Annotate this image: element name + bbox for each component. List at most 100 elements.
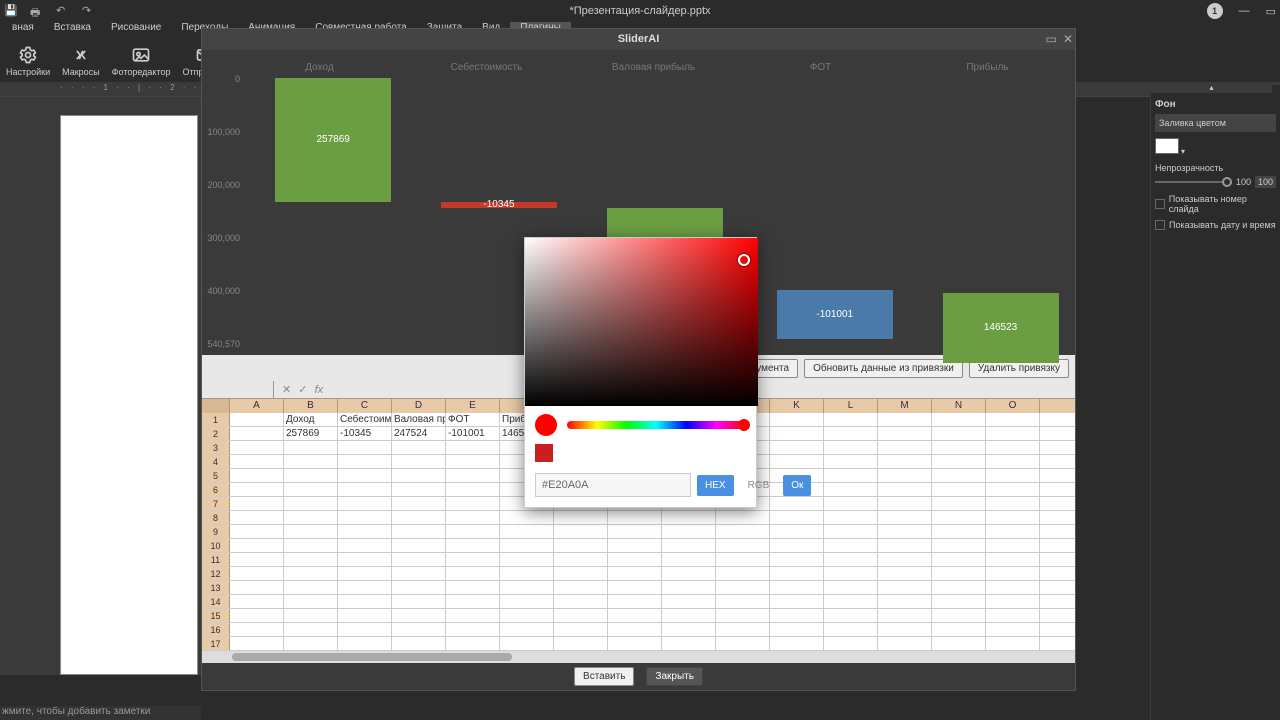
cell-L1[interactable] (824, 413, 878, 426)
cell-A8[interactable] (230, 511, 284, 524)
cell-A12[interactable] (230, 567, 284, 580)
cell-N6[interactable] (932, 483, 986, 496)
cell-H10[interactable] (608, 539, 662, 552)
cell-B14[interactable] (284, 595, 338, 608)
cell-E13[interactable] (446, 581, 500, 594)
cell-B13[interactable] (284, 581, 338, 594)
fill-type-select[interactable]: Заливка цветом (1155, 114, 1276, 132)
cell-N5[interactable] (932, 469, 986, 482)
cell-J10[interactable] (716, 539, 770, 552)
cell-E14[interactable] (446, 595, 500, 608)
cell-H15[interactable] (608, 609, 662, 622)
cell-C8[interactable] (338, 511, 392, 524)
cell-D8[interactable] (392, 511, 446, 524)
cell-O7[interactable] (986, 497, 1040, 510)
cell-M10[interactable] (878, 539, 932, 552)
select-all-corner[interactable] (202, 399, 230, 413)
cell-I14[interactable] (662, 595, 716, 608)
cell-A9[interactable] (230, 525, 284, 538)
cell-O2[interactable] (986, 427, 1040, 440)
sv-field[interactable] (525, 238, 758, 406)
cell-L8[interactable] (824, 511, 878, 524)
cell-J9[interactable] (716, 525, 770, 538)
cell-L6[interactable] (824, 483, 878, 496)
cell-B11[interactable] (284, 553, 338, 566)
cell-M6[interactable] (878, 483, 932, 496)
cell-D16[interactable] (392, 623, 446, 636)
cell-C1[interactable]: Себестоимость (338, 413, 392, 426)
cell-N11[interactable] (932, 553, 986, 566)
cell-M8[interactable] (878, 511, 932, 524)
fx-cancel-icon[interactable]: ✕ (282, 384, 291, 396)
col-header-M[interactable]: M (878, 399, 932, 413)
cell-K16[interactable] (770, 623, 824, 636)
cell-G8[interactable] (554, 511, 608, 524)
cell-C9[interactable] (338, 525, 392, 538)
redo-icon[interactable]: ↷ (82, 4, 96, 18)
print-icon[interactable]: 🖶 (30, 4, 44, 18)
hex-mode-button[interactable]: HEX (697, 475, 734, 496)
cell-E12[interactable] (446, 567, 500, 580)
col-header-N[interactable]: N (932, 399, 986, 413)
col-header-A[interactable]: A (230, 399, 284, 413)
cell-A14[interactable] (230, 595, 284, 608)
cell-F10[interactable] (500, 539, 554, 552)
cell-N2[interactable] (932, 427, 986, 440)
cell-M4[interactable] (878, 455, 932, 468)
row-header-1[interactable]: 1 (202, 413, 230, 426)
notes-hint[interactable]: жмите, чтобы добавить заметки (0, 706, 201, 720)
cell-D10[interactable] (392, 539, 446, 552)
cell-E2[interactable]: -101001 (446, 427, 500, 440)
fx-icon[interactable]: fx (315, 384, 324, 396)
cell-E17[interactable] (446, 637, 500, 650)
cell-J12[interactable] (716, 567, 770, 580)
cell-J13[interactable] (716, 581, 770, 594)
cell-H17[interactable] (608, 637, 662, 650)
cell-J16[interactable] (716, 623, 770, 636)
cell-G14[interactable] (554, 595, 608, 608)
cell-M17[interactable] (878, 637, 932, 650)
row-header-14[interactable]: 14 (202, 595, 230, 608)
cell-N3[interactable] (932, 441, 986, 454)
cell-L4[interactable] (824, 455, 878, 468)
cell-O6[interactable] (986, 483, 1040, 496)
cell-A1[interactable] (230, 413, 284, 426)
cell-C5[interactable] (338, 469, 392, 482)
cell-M3[interactable] (878, 441, 932, 454)
cell-C15[interactable] (338, 609, 392, 622)
cell-F12[interactable] (500, 567, 554, 580)
toolbar-photo[interactable]: Фоторедактор (106, 40, 177, 82)
cell-B16[interactable] (284, 623, 338, 636)
cell-I10[interactable] (662, 539, 716, 552)
cell-G16[interactable] (554, 623, 608, 636)
cell-C11[interactable] (338, 553, 392, 566)
cell-K13[interactable] (770, 581, 824, 594)
cell-O11[interactable] (986, 553, 1040, 566)
cell-E15[interactable] (446, 609, 500, 622)
cell-I9[interactable] (662, 525, 716, 538)
cell-O9[interactable] (986, 525, 1040, 538)
user-badge[interactable]: 1 (1207, 3, 1223, 19)
cell-N10[interactable] (932, 539, 986, 552)
cell-M15[interactable] (878, 609, 932, 622)
insert-button[interactable]: Вставить (574, 667, 634, 686)
cell-F13[interactable] (500, 581, 554, 594)
slide-thumbnail-1[interactable] (60, 115, 198, 675)
col-header-K[interactable]: K (770, 399, 824, 413)
cell-L9[interactable] (824, 525, 878, 538)
cell-E4[interactable] (446, 455, 500, 468)
cell-B9[interactable] (284, 525, 338, 538)
cell-M13[interactable] (878, 581, 932, 594)
cell-G15[interactable] (554, 609, 608, 622)
cell-O15[interactable] (986, 609, 1040, 622)
cell-A10[interactable] (230, 539, 284, 552)
cell-I15[interactable] (662, 609, 716, 622)
row-header-13[interactable]: 13 (202, 581, 230, 594)
recent-color-swatch[interactable] (535, 444, 553, 462)
cell-A7[interactable] (230, 497, 284, 510)
cell-O1[interactable] (986, 413, 1040, 426)
cell-E11[interactable] (446, 553, 500, 566)
cell-B15[interactable] (284, 609, 338, 622)
col-header-D[interactable]: D (392, 399, 446, 413)
cell-B1[interactable]: Доход (284, 413, 338, 426)
